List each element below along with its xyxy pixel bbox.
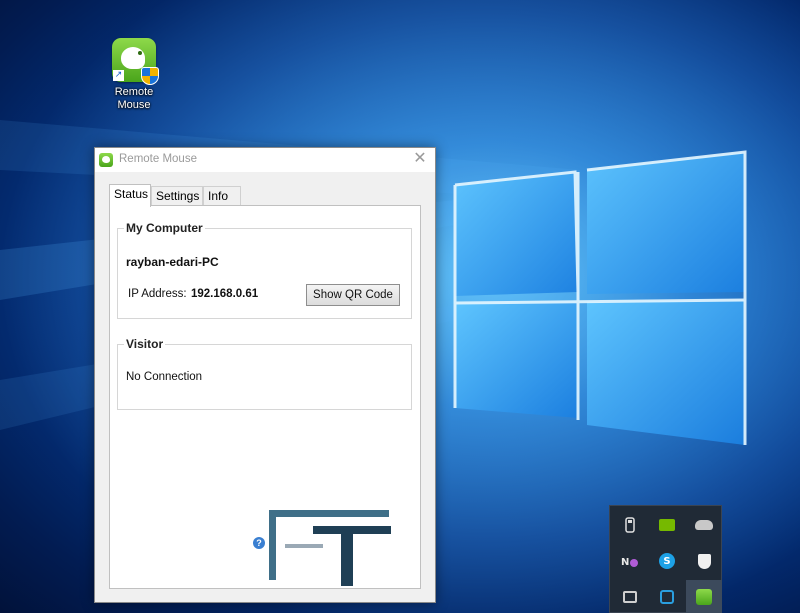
remote-mouse-title-icon	[99, 153, 113, 167]
faratamir-watermark-logo	[263, 504, 423, 594]
windows-defender-icon[interactable]	[686, 544, 722, 578]
svg-text:N: N	[621, 557, 629, 568]
nvidia-icon[interactable]	[649, 508, 685, 542]
skype-icon[interactable]: S	[649, 544, 685, 578]
connection-status: No Connection	[126, 371, 203, 383]
ip-address-label: IP Address:	[128, 288, 187, 300]
my-computer-legend: My Computer	[124, 221, 205, 235]
ip-address-value: 192.168.0.61	[191, 288, 259, 300]
usb-device-icon[interactable]	[612, 508, 648, 542]
device-icon[interactable]	[612, 580, 648, 613]
visitor-group: Visitor No Connection	[117, 337, 412, 410]
remote-mouse-desktop-shortcut[interactable]: ↗ Remote Mouse	[100, 38, 168, 112]
tray-overflow-flyout: N S	[609, 505, 722, 613]
computer-name: rayban-edari-PC	[126, 255, 219, 269]
uac-shield-icon	[141, 67, 159, 85]
close-button[interactable]: ✕	[411, 150, 429, 168]
onedrive-cloud-icon[interactable]	[686, 508, 722, 542]
clipboard-sync-icon[interactable]	[649, 580, 685, 613]
onenote-icon[interactable]: N	[612, 544, 648, 578]
title-bar[interactable]: Remote Mouse ✕	[95, 148, 435, 172]
window-title: Remote Mouse	[119, 153, 197, 165]
tab-status[interactable]: Status	[109, 184, 151, 207]
remote-mouse-app-icon: ↗	[112, 38, 159, 85]
visitor-legend: Visitor	[124, 337, 166, 351]
remote-mouse-tray-icon[interactable]	[686, 580, 722, 613]
tab-info[interactable]: Info	[203, 186, 241, 206]
remote-mouse-window: Remote Mouse ✕ Status Settings Info My C…	[94, 147, 436, 603]
tab-settings[interactable]: Settings	[151, 186, 203, 206]
shortcut-arrow-icon: ↗	[113, 70, 124, 81]
show-qr-code-button[interactable]: Show QR Code	[306, 284, 400, 306]
my-computer-group: My Computer rayban-edari-PC IP Address: …	[117, 221, 412, 319]
desktop-icon-label: Remote Mouse	[114, 86, 154, 111]
